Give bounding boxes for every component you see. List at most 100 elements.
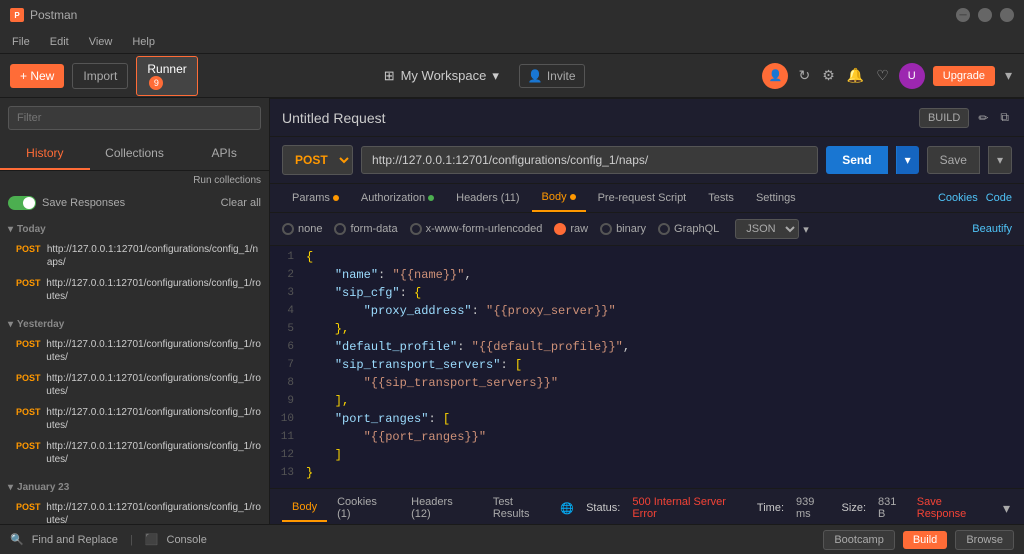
save-button[interactable]: Save	[927, 146, 980, 174]
code-editor[interactable]: 1 { 2 "name": "{{name}}", 3 "sip_cfg": {…	[270, 246, 1024, 488]
radio-none[interactable]: none	[282, 223, 322, 235]
item-url: http://127.0.0.1:12701/configurations/co…	[46, 277, 261, 303]
radio-dot-raw	[554, 223, 566, 235]
save-response-button[interactable]: Save Response	[917, 496, 989, 520]
clear-all-button[interactable]: Clear all	[221, 197, 261, 209]
sidebar-search-area	[0, 98, 269, 138]
request-title: Untitled Request	[282, 110, 386, 126]
save-responses-toggle[interactable]	[8, 196, 36, 210]
runner-button[interactable]: Runner 9	[136, 56, 197, 96]
save-dropdown-button[interactable]: ▾	[988, 146, 1012, 174]
body-format-select[interactable]: JSON	[735, 219, 799, 239]
list-item[interactable]: POST http://127.0.0.1:12701/configuratio…	[0, 334, 269, 368]
url-input[interactable]	[361, 146, 818, 174]
beautify-button[interactable]: Beautify	[972, 223, 1012, 235]
maximize-button[interactable]	[978, 8, 992, 22]
tab-params[interactable]: Params	[282, 185, 349, 211]
send-button[interactable]: Send	[826, 146, 887, 174]
toolbar: + New Import Runner 9 ⊞ My Workspace ▾ 👤…	[0, 54, 1024, 98]
list-item[interactable]: POST http://127.0.0.1:12701/configuratio…	[0, 239, 269, 273]
tab-tests[interactable]: Tests	[698, 185, 744, 211]
resp-tab-body[interactable]: Body	[282, 494, 327, 522]
time-value: 939 ms	[796, 496, 830, 520]
radio-binary[interactable]: binary	[600, 223, 646, 235]
tab-history[interactable]: History	[0, 138, 90, 170]
section-today: Today POST http://127.0.0.1:12701/config…	[0, 216, 269, 311]
send-dropdown-button[interactable]: ▾	[896, 146, 919, 174]
method-select[interactable]: POST	[282, 145, 353, 175]
find-replace-button[interactable]: Find and Replace	[32, 534, 118, 546]
edit-icon[interactable]: ✏	[975, 108, 991, 128]
minimize-button[interactable]: ─	[956, 8, 970, 22]
radio-urlencoded[interactable]: x-www-form-urlencoded	[410, 223, 543, 235]
tab-apis[interactable]: APIs	[179, 138, 269, 170]
menu-file[interactable]: File	[8, 34, 34, 50]
cookies-link[interactable]: Cookies	[938, 192, 978, 204]
menu-view[interactable]: View	[85, 34, 117, 50]
code-line-10: 10 "port_ranges": [	[270, 412, 1024, 430]
code-link[interactable]: Code	[986, 192, 1012, 204]
build-bottom-button[interactable]: Build	[903, 531, 947, 549]
bootcamp-button[interactable]: Bootcamp	[823, 530, 895, 550]
upgrade-button[interactable]: Upgrade	[933, 66, 995, 86]
search-input[interactable]	[8, 106, 261, 130]
list-item[interactable]: POST http://127.0.0.1:12701/configuratio…	[0, 368, 269, 402]
invite-icon: 👤	[528, 69, 543, 83]
item-url: http://127.0.0.1:12701/configurations/co…	[46, 501, 261, 524]
code-line-3: 3 "sip_cfg": {	[270, 286, 1024, 304]
radio-dot-graphql	[658, 223, 670, 235]
close-button[interactable]	[1000, 8, 1014, 22]
resp-tab-headers[interactable]: Headers (12)	[401, 489, 483, 524]
build-button[interactable]: BUILD	[919, 108, 969, 128]
run-collections-link[interactable]: Run collections	[193, 175, 261, 186]
import-button[interactable]: Import	[72, 63, 128, 89]
tab-headers[interactable]: Headers (11)	[446, 185, 529, 211]
copy-icon[interactable]: ⧉	[997, 107, 1012, 128]
run-collections-area: Run collections	[0, 171, 269, 190]
item-url: http://127.0.0.1:12701/configurations/co…	[46, 440, 261, 466]
chevron-down-icon[interactable]: ▾	[1003, 65, 1014, 86]
menu-edit[interactable]: Edit	[46, 34, 73, 50]
menu-help[interactable]: Help	[128, 34, 159, 50]
code-line-13: 13 }	[270, 466, 1024, 484]
console-button[interactable]: Console	[167, 534, 207, 546]
browse-button[interactable]: Browse	[955, 530, 1014, 550]
tab-pre-request[interactable]: Pre-request Script	[588, 185, 697, 211]
search-icon: 🔍	[10, 533, 24, 546]
new-button[interactable]: + New	[10, 64, 64, 88]
globe-icon: 🌐	[560, 502, 574, 515]
bottom-left: 🔍 Find and Replace | ⬛ Console	[10, 533, 207, 546]
sync-icon[interactable]: ↻	[796, 65, 812, 86]
radio-form-data[interactable]: form-data	[334, 223, 397, 235]
list-item[interactable]: POST http://127.0.0.1:12701/configuratio…	[0, 402, 269, 436]
heart-icon[interactable]: ♡	[874, 65, 891, 86]
resp-tab-test-results[interactable]: Test Results	[483, 489, 561, 524]
tab-settings[interactable]: Settings	[746, 185, 806, 211]
tab-authorization[interactable]: Authorization	[351, 185, 444, 211]
list-item[interactable]: POST http://127.0.0.1:12701/configuratio…	[0, 273, 269, 307]
invite-button[interactable]: 👤 Invite	[519, 64, 585, 88]
code-line-9: 9 ],	[270, 394, 1024, 412]
tab-collections[interactable]: Collections	[90, 138, 180, 170]
method-badge: POST	[12, 440, 42, 452]
resp-tab-cookies[interactable]: Cookies (1)	[327, 489, 401, 524]
avatar: 👤	[762, 63, 788, 89]
bell-icon[interactable]: 🔔	[845, 65, 866, 86]
save-response-dropdown[interactable]: ▾	[1001, 498, 1012, 519]
settings-icon[interactable]: ⚙	[820, 65, 837, 86]
workspace-selector[interactable]: ⊞ My Workspace ▾	[376, 64, 507, 88]
radio-dot-urlencoded	[410, 223, 422, 235]
code-line-7: 7 "sip_transport_servers": [	[270, 358, 1024, 376]
radio-raw[interactable]: raw	[554, 223, 588, 235]
console-icon: ⬛	[145, 533, 159, 546]
runner-label: Runner	[147, 62, 186, 76]
section-january: January 23 POST http://127.0.0.1:12701/c…	[0, 474, 269, 524]
request-tabs: Params Authorization Headers (11) Body P…	[270, 184, 1024, 213]
user-avatar[interactable]: U	[899, 63, 925, 89]
list-item[interactable]: POST http://127.0.0.1:12701/configuratio…	[0, 436, 269, 470]
invite-label: Invite	[547, 69, 576, 83]
list-item[interactable]: POST http://127.0.0.1:12701/configuratio…	[0, 497, 269, 524]
tab-body[interactable]: Body	[532, 184, 586, 212]
item-url: http://127.0.0.1:12701/configurations/co…	[46, 372, 261, 398]
radio-graphql[interactable]: GraphQL	[658, 223, 719, 235]
